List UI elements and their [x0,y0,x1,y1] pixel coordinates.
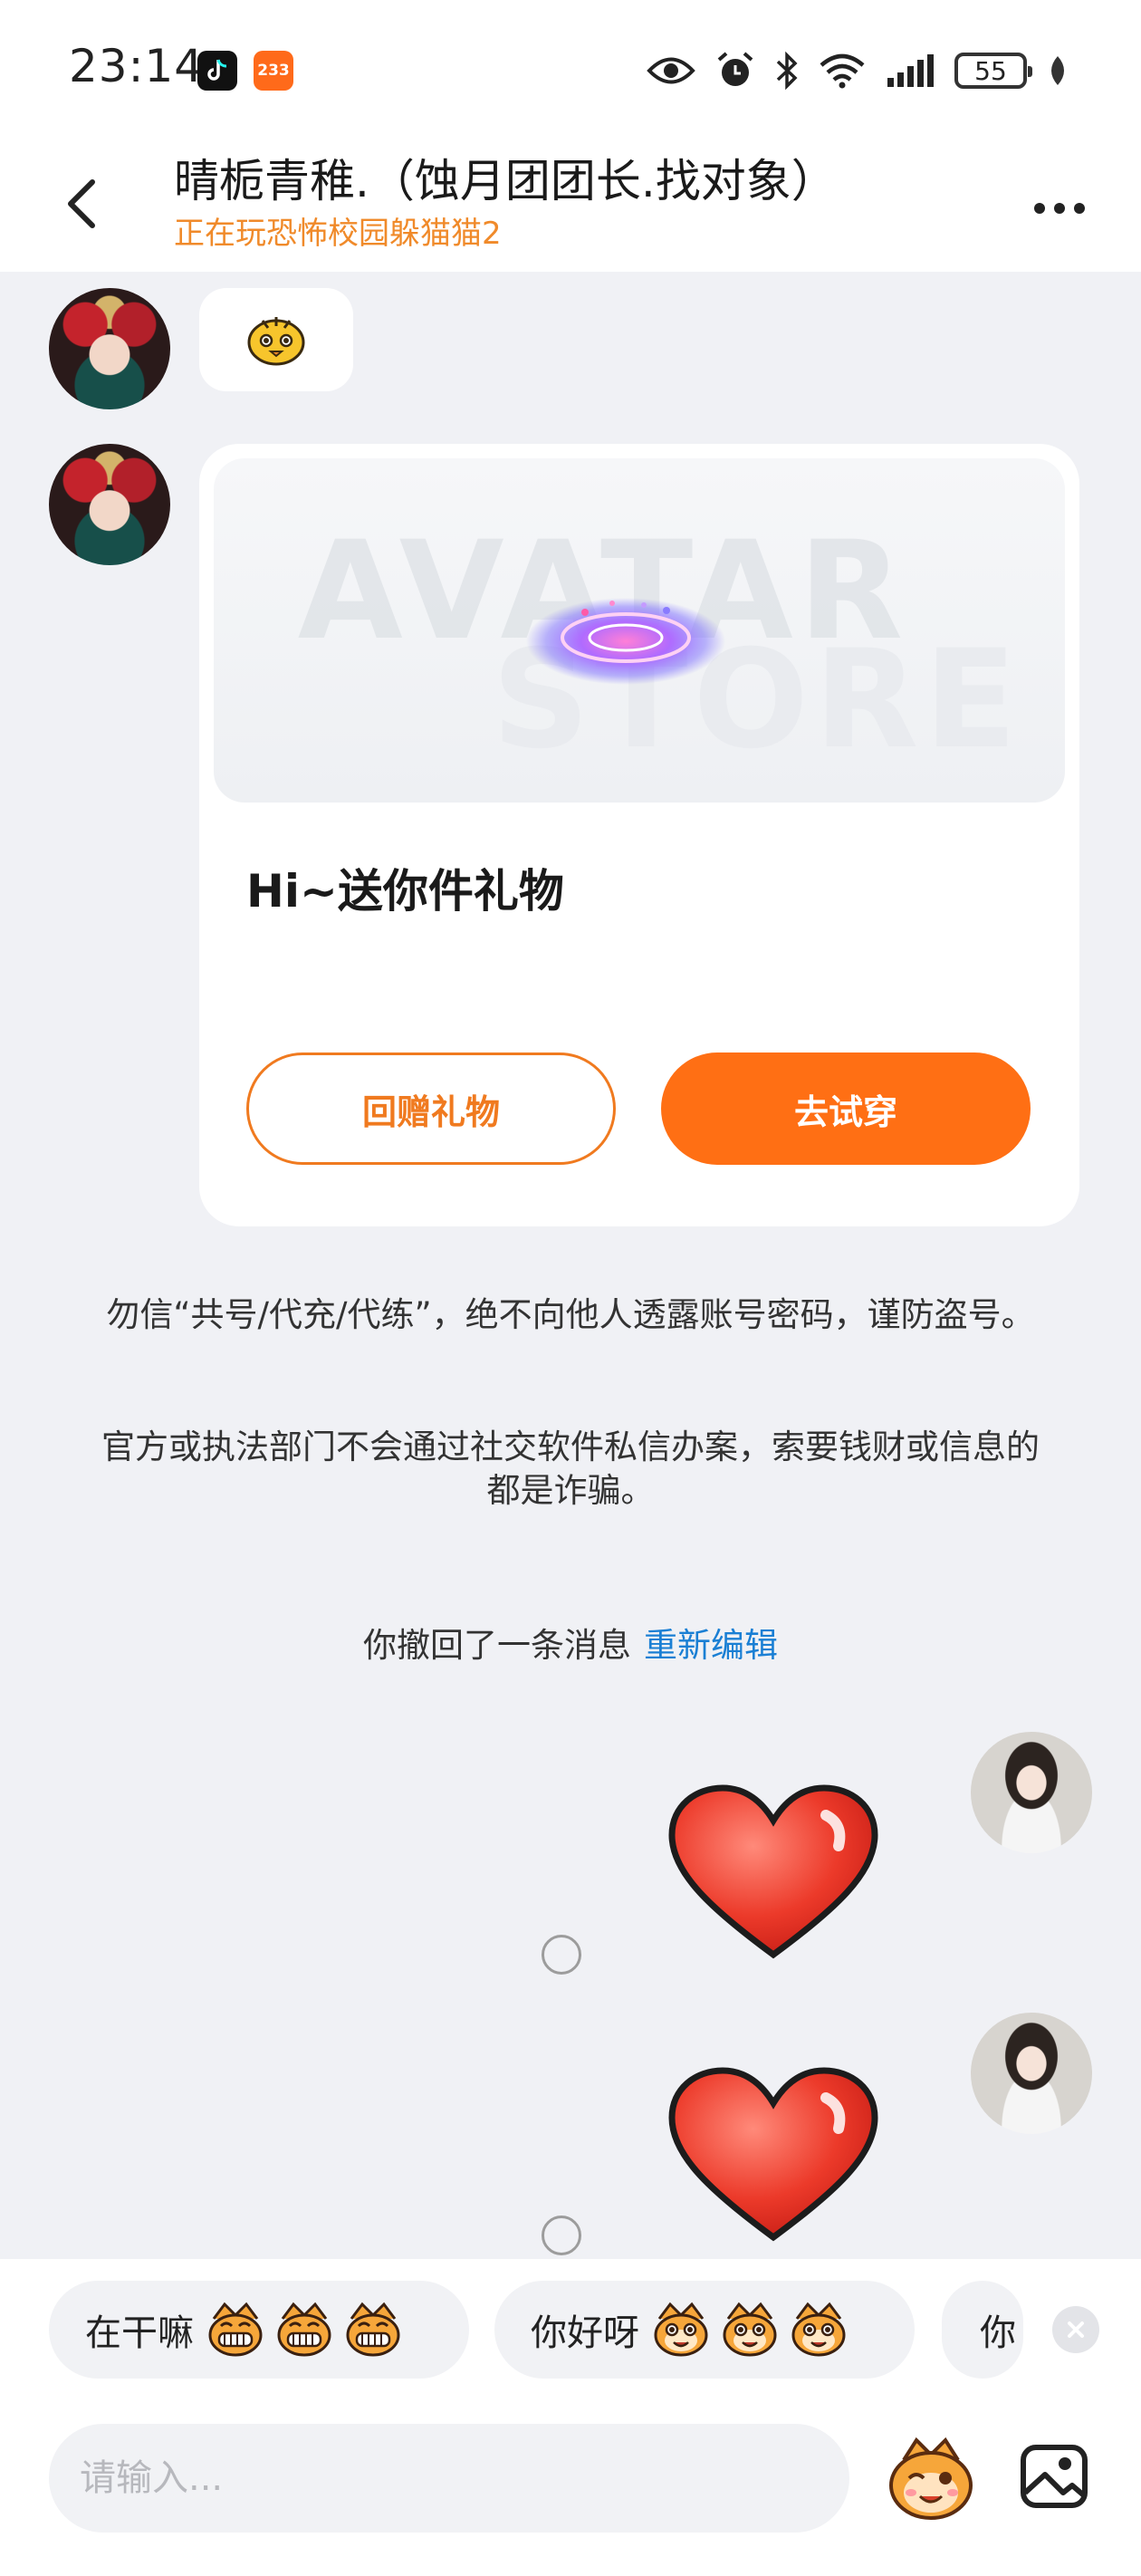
avatar[interactable] [49,288,170,409]
avatar-self[interactable] [971,1732,1092,1853]
quick-reply[interactable]: 你 [942,2281,1023,2379]
close-icon [1068,2321,1084,2338]
chick-emoji-icon [247,317,305,366]
quick-reply-row: 在干嘛 你好呀 你 [0,2281,1141,2379]
signal-icon [887,54,934,87]
emoji-icon[interactable] [884,2433,978,2523]
wifi-icon [820,53,865,89]
gift-item-image [526,598,725,685]
tiktok-icon [197,51,237,91]
smile-emoji-icon [791,2302,846,2357]
recall-text: 你撤回了一条消息 [363,1626,631,1665]
heart-icon[interactable] [666,2065,880,2246]
close-quick-replies-button[interactable] [1052,2306,1099,2353]
unread-status [542,1935,581,1975]
grin-emoji-group [205,2301,404,2359]
status-time: 23:14 [69,40,205,92]
quick-reply-label: 你 [980,2312,1016,2354]
image-icon[interactable] [1018,2440,1090,2513]
avatar[interactable] [49,444,170,565]
status-bar: 23:14 233 55 [0,0,1141,136]
gift-message: Hi~送你件礼物 [246,865,564,918]
message-input[interactable] [49,2424,849,2533]
quick-reply[interactable]: 你好呀 [494,2281,915,2379]
chat-subtitle: 正在玩恐怖校园躲猫猫2 [174,216,502,252]
back-icon [68,179,95,228]
recall-notice: 你撤回了一条消息 重新编辑 [0,1618,1141,1667]
fraud-notice: 官方或执法部门不会通过社交软件私信办案，索要钱财或信息的都是诈骗。 [101,1427,1040,1510]
alarm-icon [717,52,753,86]
status-icons: 55 [647,47,1069,94]
re-edit-link[interactable]: 重新编辑 [644,1626,778,1665]
heart-icon[interactable] [666,1783,880,1964]
more-icon [1034,203,1045,214]
app-233-icon: 233 [254,51,293,91]
bottom-panel: 在干嘛 你好呀 你 [0,2259,1141,2576]
gift-card[interactable]: AVATAR STORE Hi~送你件礼物 回赠礼物 去试穿 [199,444,1079,1226]
return-gift-button[interactable]: 回赠礼物 [246,1053,616,1165]
smile-emoji-icon [723,2302,777,2357]
battery-indicator: 55 [954,53,1032,89]
more-button[interactable] [1023,181,1096,235]
smile-emoji-group [650,2301,849,2359]
quick-reply-label: 在干嘛 [85,2312,194,2354]
more-icon [1054,203,1065,214]
avatar-self[interactable] [971,2013,1092,2134]
chat-header: 晴栀青稚.（蚀月团团长.找对象） 正在玩恐怖校园躲猫猫2 [0,136,1141,272]
quick-reply-label: 你好呀 [531,2312,639,2354]
emoji-message[interactable] [199,288,353,391]
try-on-button[interactable]: 去试穿 [661,1053,1031,1165]
leaf-icon [1051,56,1064,85]
back-button[interactable] [54,172,109,235]
eye-icon [647,57,695,84]
quick-reply[interactable]: 在干嘛 [49,2281,469,2379]
smile-emoji-icon [654,2302,708,2357]
chat-title[interactable]: 晴栀青稚.（蚀月团团长.找对象） [174,145,837,210]
bluetooth-icon [776,51,798,91]
grin-emoji-icon [346,2302,400,2357]
security-notice: 勿信“共号/代充/代练”，绝不向他人透露账号密码，谨防盗号。 [106,1295,1035,1334]
grin-emoji-icon [277,2302,331,2357]
grin-emoji-icon [208,2302,263,2357]
gift-banner: AVATAR STORE [214,458,1065,803]
more-icon [1074,203,1085,214]
unread-status [542,2216,581,2255]
